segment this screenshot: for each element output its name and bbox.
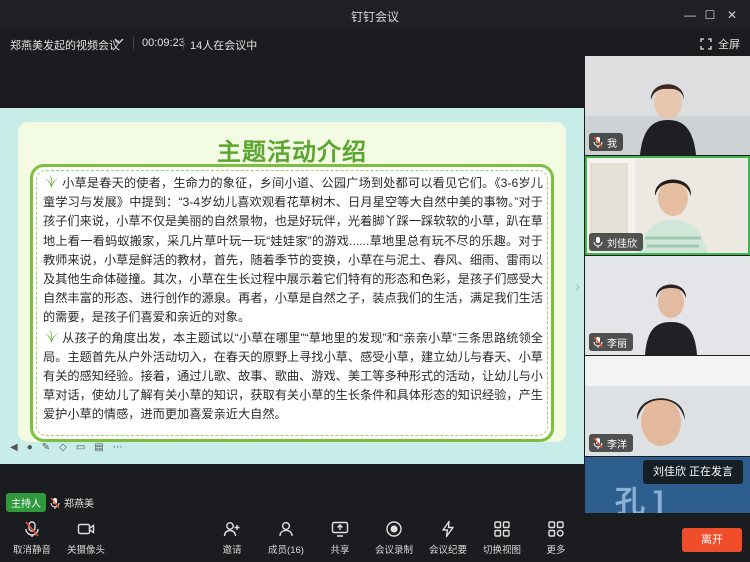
invite-label: 邀请 (222, 545, 242, 556)
play-icon[interactable]: ● (27, 442, 33, 453)
members-label: 成员(16) (268, 545, 304, 556)
participant-name: 李丽 (607, 338, 627, 350)
fullscreen-label: 全屏 (718, 39, 740, 51)
add-person-icon (223, 522, 240, 537)
window-title: 钉钉会议 (350, 10, 399, 24)
more-label: 更多 (546, 545, 566, 556)
switch-view-button[interactable]: 切换视图 (474, 520, 530, 556)
participant-name: 我 (607, 138, 617, 150)
title-bar: 钉钉会议 — ☐ ✕ (0, 0, 750, 30)
eraser-icon[interactable]: ◇ (59, 442, 67, 453)
muted-mic-icon (25, 521, 39, 537)
muted-mic-icon (593, 437, 603, 449)
record-button[interactable]: 会议录制 (366, 520, 422, 556)
grid-icon (494, 521, 510, 537)
more-icon[interactable]: ⋯ (113, 442, 123, 453)
slide-body: 小草是春天的使者，生命力的象征，乡间小道、公园广场到处都可以看见它们。《3-6岁… (43, 173, 543, 425)
unmute-button[interactable]: 取消静音 (4, 520, 60, 556)
comment-icon[interactable]: ▤ (94, 442, 103, 453)
prev-slide-icon[interactable]: ◀ (10, 442, 18, 453)
slide-paragraph-2: 从孩子的角度出发，本主题试以“小草在哪里”“草地里的发现”和“亲亲小草”三条思路… (43, 330, 543, 422)
minimize-button[interactable]: — (681, 6, 699, 24)
record-icon (386, 521, 402, 537)
muted-mic-icon (593, 136, 603, 148)
slide-title: 主题活动介绍 (217, 139, 367, 166)
meeting-info-bar: 郑燕美发起的视频会议 00:09:23 14人在会议中 全屏 (0, 30, 750, 56)
slide-paragraph-1: 小草是春天的使者，生命力的象征，乡间小道、公园广场到处都可以看见它们。《3-6岁… (43, 176, 543, 325)
minutes-label: 会议纪要 (428, 545, 467, 556)
muted-mic-icon (50, 497, 60, 509)
participant-name: 李洋 (607, 439, 627, 451)
chevron-down-icon[interactable] (114, 36, 124, 46)
slide-content-box: 小草是春天的使者，生命力的象征，乡间小道、公园广场到处都可以看见它们。《3-6岁… (30, 164, 554, 442)
participant-tile[interactable]: 我 (585, 56, 750, 155)
grass-icon (44, 329, 59, 343)
members-button[interactable]: 成员(16) (258, 520, 314, 556)
meeting-host-title[interactable]: 郑燕美发起的视频会议 (10, 37, 120, 53)
participant-name-tag: 李丽 (589, 333, 633, 351)
meeting-window: 钉钉会议 — ☐ ✕ 郑燕美发起的视频会议 00:09:23 14人在会议中 全… (0, 0, 750, 562)
muted-mic-icon (593, 336, 603, 348)
record-label: 会议录制 (374, 545, 413, 556)
meeting-duration: 00:09:23 (142, 37, 185, 49)
participant-count: 14人在会议中 (190, 40, 258, 52)
shared-screen[interactable]: 主题活动介绍 小草是春天的使者，生命力的象征，乡间小道、公园广场到处都可以看见它… (0, 108, 584, 464)
host-name: 郑燕美 (64, 499, 94, 510)
meeting-toolbar: 取消静音 关摄像头 邀请 成员(16) 共享 会议录制 会议纪要 切换视图 更多 (0, 514, 750, 562)
switch-view-label: 切换视图 (482, 545, 521, 556)
presentation-controls: ◀ ● ✎ ◇ ▭ ▤ ⋯ (10, 442, 123, 453)
maximize-button[interactable]: ☐ (701, 6, 719, 24)
share-button[interactable]: 共享 (312, 520, 368, 556)
invite-button[interactable]: 邀请 (204, 520, 260, 556)
leave-button[interactable]: 离开 (682, 528, 742, 552)
camera-off-button[interactable]: 关摄像头 (58, 520, 114, 556)
pen-icon[interactable]: ✎ (42, 442, 50, 453)
close-button[interactable]: ✕ (723, 6, 741, 24)
host-info: 主持人 郑燕美 (6, 493, 94, 512)
presentation-slide: 主题活动介绍 小草是春天的使者，生命力的象征，乡间小道、公园广场到处都可以看见它… (18, 122, 566, 442)
more-button[interactable]: 更多 (528, 520, 584, 556)
participant-name-tag: 李洋 (589, 434, 633, 452)
divider (183, 37, 184, 49)
unmute-label: 取消静音 (12, 545, 51, 556)
share-label: 共享 (330, 545, 350, 556)
fullscreen-icon (700, 38, 712, 50)
next-slide-icon[interactable]: › (575, 278, 580, 294)
participant-name-tag: 我 (589, 133, 623, 151)
host-badge: 主持人 (6, 493, 46, 512)
camera-icon (77, 523, 95, 535)
screen-icon[interactable]: ▭ (76, 442, 85, 453)
share-screen-icon (331, 521, 349, 537)
participant-tile-active[interactable]: 刘佳欣 (585, 156, 750, 255)
active-speaker-indicator: 刘佳欣 正在发言 (643, 460, 743, 484)
participant-name-tag: 刘佳欣 (589, 233, 643, 251)
divider (133, 37, 134, 49)
mic-icon (593, 237, 603, 248)
camera-label: 关摄像头 (66, 545, 105, 556)
lightning-icon (442, 520, 454, 538)
grass-icon (44, 174, 59, 189)
person-icon (279, 521, 293, 537)
fullscreen-button[interactable]: 全屏 (700, 36, 740, 52)
more-grid-icon (548, 521, 564, 537)
participant-name: 刘佳欣 (607, 238, 637, 250)
minutes-button[interactable]: 会议纪要 (420, 520, 476, 556)
participant-tile[interactable]: 李洋 (585, 356, 750, 456)
participant-tile[interactable]: 李丽 (585, 256, 750, 355)
